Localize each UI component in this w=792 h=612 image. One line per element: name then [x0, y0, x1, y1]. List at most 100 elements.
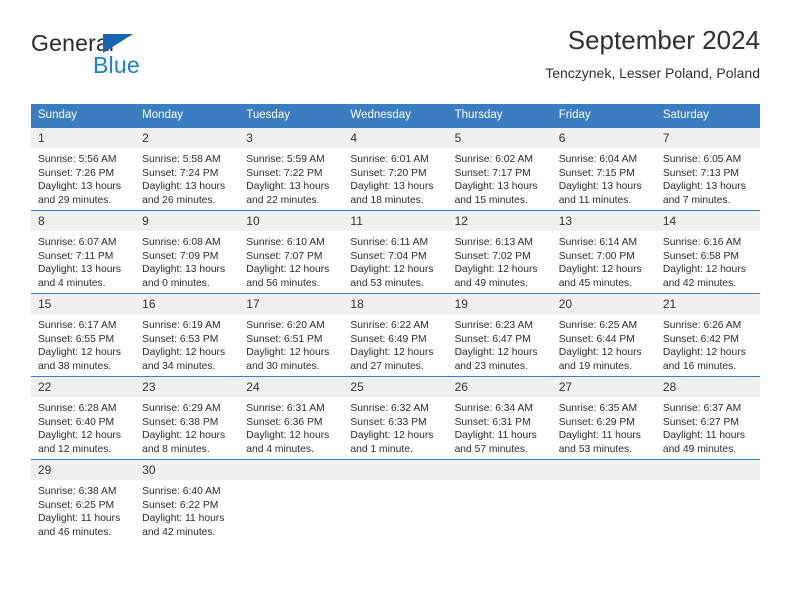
sunset-text: Sunset: 6:53 PM [142, 333, 219, 345]
day-number: 25 [343, 377, 448, 397]
calendar-day-cell[interactable]: 28 Sunrise: 6:37 AM Sunset: 6:27 PM Dayligh… [655, 376, 760, 460]
calendar-day-cell[interactable]: 23 Sunrise: 6:29 AM Sunset: 6:38 PM Dayligh… [135, 376, 240, 460]
day-details [448, 480, 552, 485]
day-details: Sunrise: 6:40 AM Sunset: 6:22 PM Daylight:… [135, 480, 239, 539]
day-cell-inner: 18 Sunrise: 6:22 AM Sunset: 6:49 PM Dayligh… [343, 294, 448, 376]
daylight-text-line1: Daylight: 12 hours [38, 347, 121, 359]
day-details: Sunrise: 6:17 AM Sunset: 6:55 PM Daylight:… [31, 314, 135, 373]
calendar-day-cell[interactable]: 26 Sunrise: 6:34 AM Sunset: 6:31 PM Dayligh… [447, 376, 552, 460]
daylight-text-line1: Daylight: 12 hours [350, 347, 434, 359]
calendar-day-cell[interactable]: 6 Sunrise: 6:04 AM Sunset: 7:15 PM Daylight… [551, 127, 656, 211]
sunset-text: Sunset: 6:38 PM [142, 416, 219, 428]
day-details: Sunrise: 6:10 AM Sunset: 7:07 PM Daylight:… [239, 231, 343, 290]
page-header: General Blue September 2024 Tenczynek, L… [31, 24, 760, 96]
day-cell-inner [239, 460, 344, 542]
day-number: 29 [31, 460, 136, 480]
day-number: 28 [655, 377, 760, 397]
daylight-text-line2: and 27 minutes. [350, 360, 424, 372]
calendar-day-cell[interactable]: 11 Sunrise: 6:11 AM Sunset: 7:04 PM Dayligh… [343, 210, 448, 294]
calendar-day-cell[interactable] [343, 459, 448, 542]
brand-logo[interactable]: General Blue [31, 30, 251, 86]
sunrise-text: Sunrise: 6:10 AM [246, 237, 325, 248]
calendar-day-cell[interactable]: 3 Sunrise: 5:59 AM Sunset: 7:22 PM Daylight… [239, 127, 344, 211]
daylight-text-line1: Daylight: 13 hours [246, 181, 330, 193]
calendar-day-cell[interactable]: 8 Sunrise: 6:07 AM Sunset: 7:11 PM Daylight… [31, 210, 136, 294]
day-cell-inner: 14 Sunrise: 6:16 AM Sunset: 6:58 PM Dayligh… [655, 211, 760, 293]
day-cell-inner: 4 Sunrise: 6:01 AM Sunset: 7:20 PM Daylight… [343, 128, 448, 210]
calendar-day-cell[interactable] [239, 459, 344, 542]
calendar-day-cell[interactable]: 14 Sunrise: 6:16 AM Sunset: 6:58 PM Dayligh… [655, 210, 760, 294]
calendar-page: General Blue September 2024 Tenczynek, L… [0, 0, 792, 612]
sunrise-text: Sunrise: 6:02 AM [454, 154, 533, 165]
calendar-day-cell[interactable]: 30 Sunrise: 6:40 AM Sunset: 6:22 PM Dayligh… [135, 459, 240, 542]
daylight-text-line1: Daylight: 12 hours [558, 264, 642, 276]
day-number: 10 [239, 211, 344, 231]
calendar-day-cell[interactable]: 9 Sunrise: 6:08 AM Sunset: 7:09 PM Daylight… [135, 210, 240, 294]
calendar-day-cell[interactable]: 16 Sunrise: 6:19 AM Sunset: 6:53 PM Dayligh… [135, 293, 240, 377]
page-title: September 2024 [567, 25, 760, 55]
weekday-header-tuesday: Tuesday [239, 104, 344, 128]
calendar-day-cell[interactable]: 20 Sunrise: 6:25 AM Sunset: 6:44 PM Dayligh… [551, 293, 656, 377]
calendar-day-cell[interactable] [551, 459, 656, 542]
sunrise-text: Sunrise: 6:31 AM [246, 403, 325, 414]
calendar-day-cell[interactable]: 13 Sunrise: 6:14 AM Sunset: 7:00 PM Dayligh… [551, 210, 656, 294]
daylight-text-line1: Daylight: 12 hours [350, 430, 434, 442]
sunset-text: Sunset: 6:55 PM [38, 333, 115, 345]
calendar-day-cell[interactable]: 19 Sunrise: 6:23 AM Sunset: 6:47 PM Dayligh… [447, 293, 552, 377]
daylight-text-line2: and 23 minutes. [454, 360, 528, 372]
calendar-day-cell[interactable]: 1 Sunrise: 5:56 AM Sunset: 7:26 PM Daylight… [31, 127, 136, 211]
calendar-day-cell[interactable]: 18 Sunrise: 6:22 AM Sunset: 6:49 PM Dayligh… [343, 293, 448, 377]
sunset-text: Sunset: 6:33 PM [350, 416, 427, 428]
day-details: Sunrise: 6:37 AM Sunset: 6:27 PM Daylight:… [656, 397, 760, 456]
calendar-day-cell[interactable]: 15 Sunrise: 6:17 AM Sunset: 6:55 PM Dayligh… [31, 293, 136, 377]
day-number [343, 460, 448, 480]
daylight-text-line2: and 22 minutes. [246, 194, 320, 206]
calendar-day-cell[interactable]: 21 Sunrise: 6:26 AM Sunset: 6:42 PM Dayligh… [655, 293, 760, 377]
calendar-day-cell[interactable] [655, 459, 760, 542]
sunset-text: Sunset: 6:44 PM [558, 333, 635, 345]
sunrise-text: Sunrise: 6:38 AM [38, 486, 117, 497]
sunset-text: Sunset: 7:04 PM [350, 250, 427, 262]
calendar-day-cell[interactable]: 4 Sunrise: 6:01 AM Sunset: 7:20 PM Daylight… [343, 127, 448, 211]
day-details: Sunrise: 6:28 AM Sunset: 6:40 PM Daylight:… [31, 397, 135, 456]
sunrise-text: Sunrise: 5:59 AM [246, 154, 325, 165]
sunrise-text: Sunrise: 6:20 AM [246, 320, 325, 331]
calendar-day-cell[interactable]: 27 Sunrise: 6:35 AM Sunset: 6:29 PM Dayligh… [551, 376, 656, 460]
sunset-text: Sunset: 7:15 PM [558, 167, 635, 179]
calendar-day-cell[interactable]: 12 Sunrise: 6:13 AM Sunset: 7:02 PM Dayligh… [447, 210, 552, 294]
calendar-day-cell[interactable]: 2 Sunrise: 5:58 AM Sunset: 7:24 PM Daylight… [135, 127, 240, 211]
calendar-day-cell[interactable]: 24 Sunrise: 6:31 AM Sunset: 6:36 PM Dayligh… [239, 376, 344, 460]
sunrise-text: Sunrise: 6:08 AM [142, 237, 221, 248]
daylight-text-line1: Daylight: 12 hours [246, 347, 330, 359]
day-cell-inner: 11 Sunrise: 6:11 AM Sunset: 7:04 PM Dayligh… [343, 211, 448, 293]
sunset-text: Sunset: 6:29 PM [558, 416, 635, 428]
calendar-day-cell[interactable]: 29 Sunrise: 6:38 AM Sunset: 6:25 PM Dayligh… [31, 459, 136, 542]
daylight-text-line2: and 7 minutes. [662, 194, 731, 206]
daylight-text-line1: Daylight: 12 hours [662, 347, 746, 359]
sunset-text: Sunset: 7:22 PM [246, 167, 323, 179]
daylight-text-line2: and 8 minutes. [142, 443, 210, 455]
sunset-text: Sunset: 6:31 PM [454, 416, 531, 428]
daylight-text-line1: Daylight: 13 hours [38, 264, 121, 276]
day-cell-inner: 10 Sunrise: 6:10 AM Sunset: 7:07 PM Dayligh… [239, 211, 344, 293]
calendar-day-cell[interactable]: 25 Sunrise: 6:32 AM Sunset: 6:33 PM Dayligh… [343, 376, 448, 460]
daylight-text-line2: and 0 minutes. [142, 277, 210, 289]
sunrise-text: Sunrise: 6:07 AM [38, 237, 117, 248]
calendar-day-cell[interactable]: 10 Sunrise: 6:10 AM Sunset: 7:07 PM Dayligh… [239, 210, 344, 294]
calendar-day-cell[interactable]: 7 Sunrise: 6:05 AM Sunset: 7:13 PM Daylight… [655, 127, 760, 211]
calendar-day-cell[interactable] [447, 459, 552, 542]
day-cell-inner: 27 Sunrise: 6:35 AM Sunset: 6:29 PM Dayligh… [551, 377, 656, 459]
sunset-text: Sunset: 6:27 PM [662, 416, 739, 428]
sunset-text: Sunset: 7:26 PM [38, 167, 115, 179]
day-details: Sunrise: 6:05 AM Sunset: 7:13 PM Daylight:… [656, 148, 760, 207]
calendar-day-cell[interactable]: 5 Sunrise: 6:02 AM Sunset: 7:17 PM Daylight… [447, 127, 552, 211]
day-details: Sunrise: 5:59 AM Sunset: 7:22 PM Daylight:… [239, 148, 343, 207]
day-details: Sunrise: 6:34 AM Sunset: 6:31 PM Daylight:… [448, 397, 552, 456]
daylight-text-line2: and 34 minutes. [142, 360, 216, 372]
day-number: 21 [655, 294, 760, 314]
sunrise-text: Sunrise: 6:25 AM [558, 320, 638, 331]
calendar-day-cell[interactable]: 17 Sunrise: 6:20 AM Sunset: 6:51 PM Dayligh… [239, 293, 344, 377]
sunset-text: Sunset: 6:47 PM [454, 333, 531, 345]
calendar-day-cell[interactable]: 22 Sunrise: 6:28 AM Sunset: 6:40 PM Dayligh… [31, 376, 136, 460]
daylight-text-line2: and 26 minutes. [142, 194, 216, 206]
